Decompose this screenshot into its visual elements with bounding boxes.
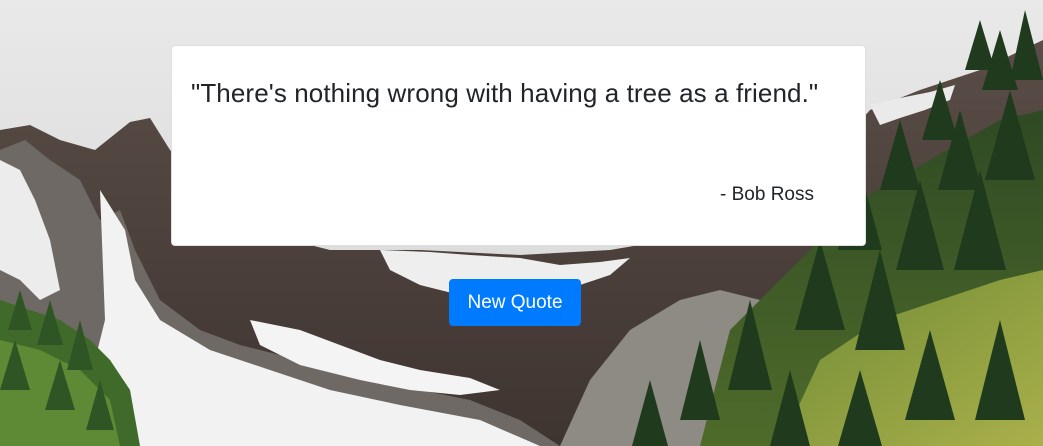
quote-card: "There's nothing wrong with having a tre… <box>171 45 866 246</box>
page: "There's nothing wrong with having a tre… <box>0 0 1043 446</box>
quote-author: - Bob Ross <box>720 184 814 205</box>
new-quote-button[interactable]: New Quote <box>449 279 581 326</box>
quote-text: "There's nothing wrong with having a tre… <box>191 78 819 108</box>
